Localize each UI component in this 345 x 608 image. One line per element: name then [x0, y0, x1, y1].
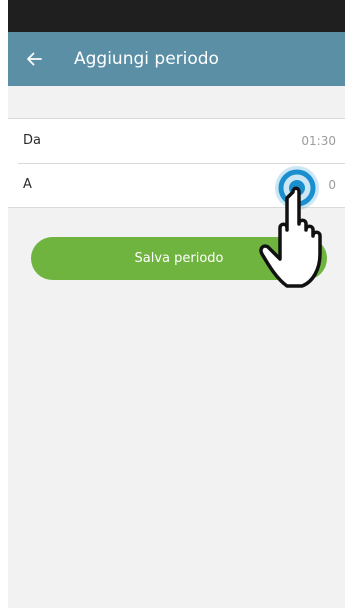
arrow-left-icon: [27, 52, 42, 66]
status-bar: [8, 0, 345, 32]
phone-frame: Aggiungi periodo Da 01:30 A 0 Salva peri…: [0, 0, 345, 608]
save-period-button[interactable]: Salva periodo: [31, 237, 327, 280]
from-time-row[interactable]: Da 01:30: [8, 119, 345, 163]
from-time-label: Da: [23, 133, 41, 148]
to-time-label: A: [23, 177, 32, 192]
app-screen: Aggiungi periodo Da 01:30 A 0 Salva peri…: [8, 0, 345, 608]
period-form: Da 01:30 A 0: [8, 118, 345, 208]
page-title: Aggiungi periodo: [74, 49, 219, 69]
from-time-value: 01:30: [301, 134, 336, 148]
back-button[interactable]: [16, 41, 52, 77]
to-time-row[interactable]: A 0: [8, 163, 345, 207]
to-time-value: 0: [328, 178, 336, 192]
app-bar: Aggiungi periodo: [8, 32, 345, 86]
